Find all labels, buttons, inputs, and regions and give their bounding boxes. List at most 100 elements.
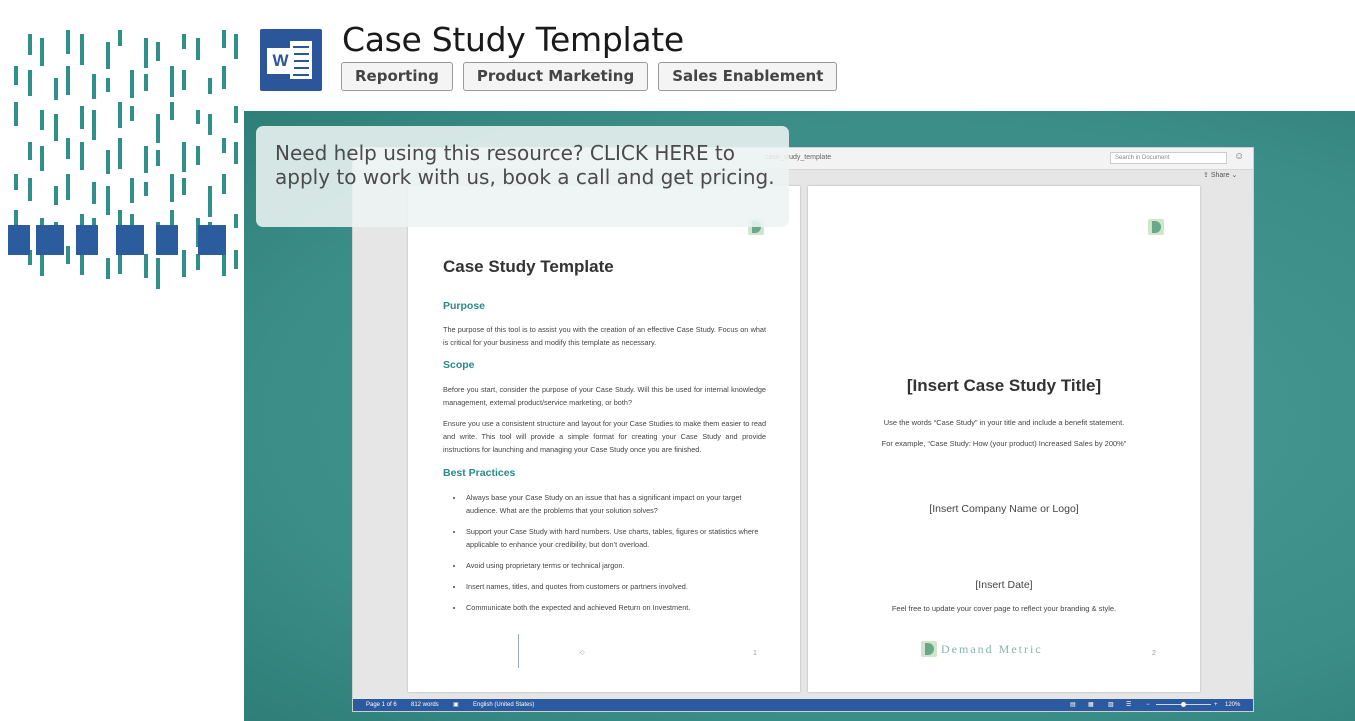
word-count: 812 words	[411, 702, 439, 708]
document-preview-window[interactable]: case_study_template Search in Document ☺…	[352, 147, 1254, 712]
zoom-level: 120%	[1225, 702, 1241, 708]
anchor-icon: ◇	[580, 650, 585, 656]
glitch-bar	[234, 34, 238, 59]
glitch-bar	[144, 182, 148, 196]
share-label: Share	[1210, 172, 1230, 179]
tag-sales-enablement[interactable]: Sales Enablement	[658, 62, 838, 91]
glitch-bar	[54, 114, 58, 141]
glitch-bar	[234, 250, 238, 269]
cover-instruction-1: Use the words “Case Study” in your title…	[883, 418, 1125, 427]
glitch-bar	[28, 178, 32, 201]
glitch-bar	[222, 30, 226, 48]
cover-date: [Insert Date]	[975, 579, 1033, 591]
glitch-bar	[28, 142, 32, 160]
list-item: Insert names, titles, and quotes from cu…	[464, 580, 766, 593]
scope-text-1: Before you start, consider the purpose o…	[443, 385, 766, 407]
tag-product-marketing[interactable]: Product Marketing	[462, 62, 649, 91]
text-cursor	[518, 634, 519, 668]
zoom-out-icon[interactable]: −	[1146, 699, 1150, 711]
glitch-bar	[182, 178, 186, 195]
demand-metric-mark-icon	[1148, 219, 1164, 235]
glitch-bar	[92, 74, 96, 99]
glitch-bar	[14, 102, 18, 126]
glitch-bar	[144, 38, 148, 68]
proofing-icon[interactable]: ▣	[453, 699, 459, 711]
glitch-bar	[170, 174, 174, 202]
page-number: 1	[753, 650, 757, 657]
list-item: Communicate both the expected and achiev…	[464, 601, 766, 614]
document-page-2: [Insert Case Study Title] Use the words …	[808, 186, 1200, 692]
purpose-heading: Purpose	[443, 300, 486, 312]
cover-instruction-2: For example, “Case Study: How (your prod…	[881, 439, 1127, 448]
glitch-bar	[40, 146, 44, 171]
glitch-bar	[28, 70, 32, 96]
demand-metric-mark-icon	[921, 641, 937, 657]
glitch-bar	[40, 254, 44, 276]
glitch-bar	[156, 42, 160, 61]
glitch-block	[198, 225, 226, 255]
glitch-bar	[80, 106, 84, 129]
glitch-bar	[130, 106, 134, 121]
document-page-1: Case Study Template Purpose The purpose …	[408, 186, 800, 692]
focus-icon[interactable]: ▨	[1108, 699, 1114, 711]
glitch-bar	[196, 38, 200, 60]
glitch-bar	[144, 74, 148, 91]
glitch-bar	[40, 38, 44, 66]
list-item: Avoid using proprietary terms or technic…	[464, 559, 766, 572]
glitch-bar	[196, 254, 200, 270]
list-item: Always base your Case Study on an issue …	[464, 491, 766, 517]
help-cta-banner[interactable]: Need help using this resource? CLICK HER…	[256, 126, 789, 227]
zoom-in-icon[interactable]: +	[1214, 699, 1218, 711]
demand-metric-logo: Demand Metric	[921, 641, 1043, 657]
search-document-field[interactable]: Search in Document	[1110, 152, 1227, 164]
page-number: 2	[1152, 650, 1156, 657]
scope-heading: Scope	[443, 359, 475, 371]
glitch-bar	[144, 146, 148, 173]
glitch-bar	[130, 178, 134, 203]
glitch-bar	[182, 70, 186, 90]
glitch-bar	[144, 254, 148, 278]
web-layout-icon[interactable]: ▦	[1088, 699, 1094, 711]
glitch-bar	[118, 138, 122, 169]
glitch-bar	[234, 214, 238, 228]
smiley-feedback-icon[interactable]: ☺	[1234, 151, 1244, 162]
cover-title: [Insert Case Study Title]	[906, 376, 1102, 395]
glitch-block	[76, 225, 98, 255]
glitch-bar	[156, 114, 160, 143]
share-button[interactable]: ⇪ Share ⌄	[1203, 171, 1237, 179]
glitch-bar	[208, 114, 212, 135]
word-app-icon: W	[260, 29, 322, 91]
help-cta-text[interactable]: Need help using this resource? CLICK HER…	[275, 141, 775, 189]
glitch-bar	[14, 174, 18, 190]
status-bar: Page 1 of 6 812 words ▣ English (United …	[353, 699, 1253, 711]
glitch-bar	[66, 138, 70, 159]
glitch-bar	[92, 110, 96, 140]
glitch-bar	[208, 78, 212, 94]
purpose-text: The purpose of this tool is to assist yo…	[443, 325, 766, 347]
best-practices-heading: Best Practices	[443, 467, 516, 479]
cover-footer-note: Feel free to update your cover page to r…	[891, 604, 1117, 613]
glitch-bar	[170, 210, 174, 225]
glitch-bar	[92, 182, 96, 204]
glitch-bar	[80, 142, 84, 170]
glitch-block	[36, 225, 64, 255]
print-layout-icon[interactable]: ▤	[1070, 699, 1076, 711]
glitch-bar	[54, 78, 58, 100]
glitch-bar	[80, 34, 84, 65]
glitch-bar	[182, 142, 186, 172]
glitch-bar	[118, 30, 122, 46]
glitch-bar	[28, 34, 32, 55]
glitch-block	[156, 225, 178, 255]
tag-reporting[interactable]: Reporting	[341, 62, 453, 91]
glitch-bar	[182, 34, 186, 49]
glitch-bar	[106, 258, 110, 279]
word-letter: W	[267, 48, 294, 74]
outline-icon[interactable]: ☰	[1126, 699, 1131, 711]
cover-company: [Insert Company Name or Logo]	[929, 503, 1079, 515]
glitch-bar	[196, 146, 200, 165]
doc-title: Case Study Template	[443, 257, 614, 276]
glitch-bar	[118, 102, 122, 128]
zoom-slider-handle[interactable]	[1181, 702, 1186, 707]
logo-text: Demand Metric	[941, 641, 1043, 656]
glitch-bar	[156, 150, 160, 166]
